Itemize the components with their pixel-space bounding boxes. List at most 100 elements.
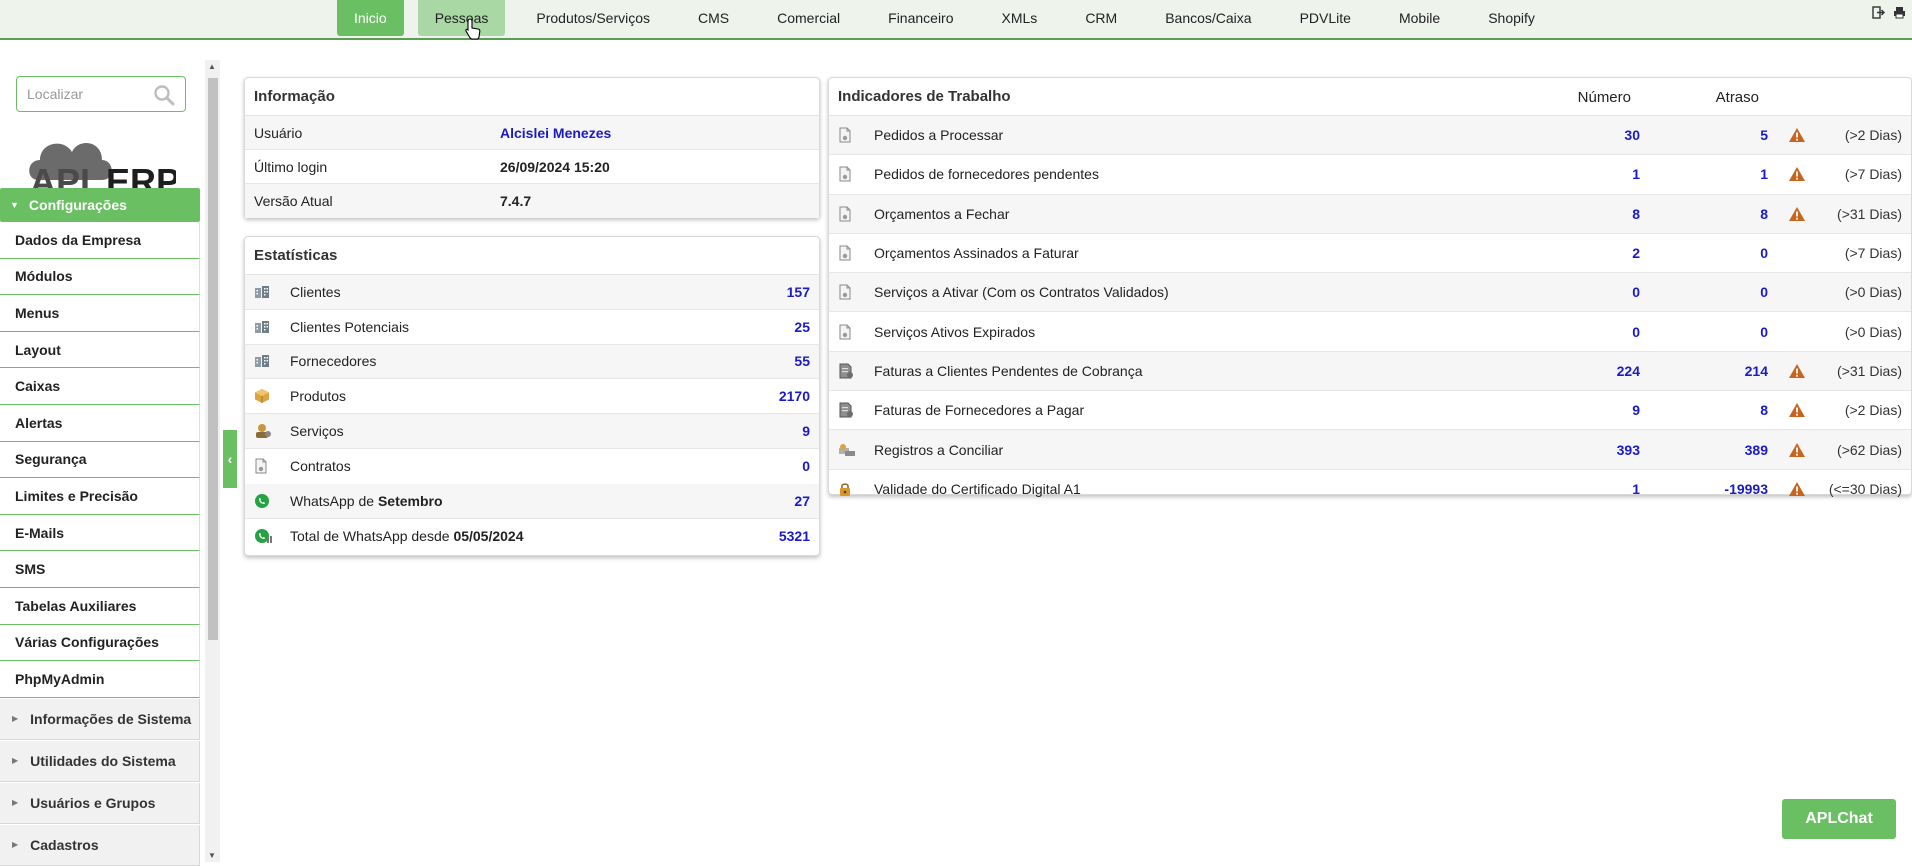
indicator-threshold: (>0 Dias) — [1844, 323, 1902, 340]
work-indicator-row[interactable]: Validade do Certificado Digital A1 1 -1999… — [829, 470, 1911, 509]
stats-value[interactable]: 25 — [759, 319, 819, 335]
nav-comercial[interactable]: Comercial — [760, 0, 857, 36]
menu-item-dados-empresa[interactable]: Dados da Empresa — [0, 222, 200, 259]
sidebar-scrollbar[interactable]: ▲ ▼ — [205, 60, 220, 862]
aplchat-button[interactable]: APLChat — [1782, 799, 1896, 839]
menu-group-usuarios-grupos[interactable]: ▶ Usuários e Grupos — [0, 782, 200, 824]
indicator-label: Serviços a Ativar (Com os Contratos Vali… — [874, 284, 1169, 301]
indicator-late[interactable]: 389 — [1640, 442, 1768, 458]
stats-row[interactable]: Contratos 0 — [245, 449, 819, 484]
stats-value[interactable]: 2170 — [759, 388, 819, 404]
menu-section-configuracoes[interactable]: ▼ Configurações — [0, 188, 200, 222]
nav-mobile[interactable]: Mobile — [1382, 0, 1457, 36]
indicator-number[interactable]: 393 — [1564, 442, 1640, 458]
menu-item-modulos[interactable]: Módulos — [0, 258, 200, 296]
menu-item-menus[interactable]: Menus — [0, 295, 200, 332]
menu-item-alertas[interactable]: Alertas — [0, 404, 200, 442]
warning-icon — [1768, 166, 1826, 182]
stats-label-date: 05/05/2024 — [453, 527, 524, 544]
work-indicator-row[interactable]: Orçamentos a Fechar 8 8 (>31 Dias) — [829, 194, 1911, 234]
stats-row[interactable]: Clientes 157 — [245, 275, 819, 310]
indicator-late[interactable]: 1 — [1640, 166, 1768, 182]
menu-item-emails[interactable]: E-Mails — [0, 514, 200, 552]
indicator-number[interactable]: 2 — [1564, 245, 1640, 261]
indicator-number[interactable]: 224 — [1564, 363, 1640, 379]
stats-row[interactable]: Produtos 2170 — [245, 379, 819, 415]
info-row-last-login: Último login 26/09/2024 15:20 — [245, 150, 819, 184]
scrollbar-thumb[interactable] — [208, 78, 218, 640]
indicator-number[interactable]: 8 — [1564, 206, 1640, 222]
indicator-late[interactable]: 0 — [1640, 284, 1768, 300]
indicator-late[interactable]: 214 — [1640, 363, 1768, 379]
indicator-threshold: (>31 Dias) — [1837, 362, 1902, 379]
menu-item-tabelas-auxiliares[interactable]: Tabelas Auxiliares — [0, 587, 200, 625]
menu-item-caixas[interactable]: Caixas — [0, 368, 200, 405]
user-name-link[interactable]: Alcislei Menezes — [500, 125, 611, 141]
indicator-late[interactable]: 0 — [1640, 245, 1768, 261]
stats-row[interactable]: Fornecedores 55 — [245, 344, 819, 380]
logout-icon[interactable] — [1872, 6, 1885, 22]
nav-crm[interactable]: CRM — [1068, 0, 1134, 36]
menu-item-limites-precisao[interactable]: Limites e Precisão — [0, 478, 200, 515]
stats-row-whatsapp-total[interactable]: Total de WhatsApp desde 05/05/2024 5321 — [245, 519, 819, 554]
work-indicator-row[interactable]: Faturas a Clientes Pendentes de Cobrança… — [829, 351, 1911, 392]
indicator-late[interactable]: 8 — [1640, 206, 1768, 222]
menu-item-varias-configuracoes[interactable]: Várias Configurações — [0, 624, 200, 662]
work-indicator-row[interactable]: Faturas de Fornecedores a Pagar 9 8 (>2 Dia… — [829, 391, 1911, 431]
scroll-down-icon[interactable]: ▼ — [208, 851, 216, 860]
nav-xmls[interactable]: XMLs — [985, 0, 1055, 36]
top-navigation-bar: Inicio Pessoas Produtos/Serviços CMS Com… — [0, 0, 1912, 40]
work-indicator-row[interactable]: Orçamentos Assinados a Faturar 2 0 (>7 Dias… — [829, 234, 1911, 274]
stats-row-whatsapp-month[interactable]: WhatsApp de Setembro 27 — [245, 483, 819, 519]
indicator-late[interactable]: 0 — [1640, 324, 1768, 340]
stats-value[interactable]: 9 — [759, 423, 819, 439]
nav-pessoas[interactable]: Pessoas — [417, 0, 506, 36]
indicator-number[interactable]: 1 — [1564, 481, 1640, 497]
nav-shopify[interactable]: Shopify — [1471, 0, 1552, 36]
work-indicator-row[interactable]: Serviços Ativos Expirados 0 0 (>0 Dias) — [829, 312, 1911, 352]
indicator-late[interactable]: -19993 — [1640, 481, 1768, 497]
statistics-panel-title: Estatísticas — [245, 237, 819, 275]
work-indicator-row[interactable]: Serviços a Ativar (Com os Contratos Vali… — [829, 273, 1911, 313]
menu-group-cadastros[interactable]: ▶ Cadastros — [0, 824, 200, 866]
nav-cms[interactable]: CMS — [681, 0, 746, 36]
menu-item-sms[interactable]: SMS — [0, 551, 200, 588]
menu-group-informacoes-sistema[interactable]: ▶ Informações de Sistema — [0, 698, 200, 740]
nav-bancos-caixa[interactable]: Bancos/Caixa — [1148, 0, 1268, 36]
stats-value[interactable]: 27 — [759, 493, 819, 509]
info-label: Versão Atual — [254, 193, 333, 209]
print-icon[interactable] — [1893, 6, 1906, 22]
nav-inicio[interactable]: Inicio — [337, 0, 404, 36]
menu-item-seguranca[interactable]: Segurança — [0, 441, 200, 479]
indicator-number[interactable]: 1 — [1564, 166, 1640, 182]
work-indicator-row[interactable]: Registros a Conciliar 393 389 (>62 Dias) — [829, 430, 1911, 470]
indicator-number[interactable]: 9 — [1564, 402, 1640, 418]
stats-row[interactable]: Clientes Potenciais 25 — [245, 310, 819, 345]
nav-pdvlite[interactable]: PDVLite — [1283, 0, 1368, 36]
indicator-number[interactable]: 0 — [1564, 324, 1640, 340]
menu-group-utilidades-sistema[interactable]: ▶ Utilidades do Sistema — [0, 740, 200, 782]
scroll-up-icon[interactable]: ▲ — [208, 62, 216, 71]
work-indicator-row[interactable]: Pedidos de fornecedores pendentes 1 1 (>7 D… — [829, 155, 1911, 195]
caret-down-icon: ▼ — [10, 200, 19, 210]
search-icon[interactable] — [153, 84, 175, 106]
search-input[interactable] — [17, 77, 147, 111]
stats-value[interactable]: 55 — [759, 353, 819, 369]
menu-item-layout[interactable]: Layout — [0, 331, 200, 369]
menu-item-phpmyadmin[interactable]: PhpMyAdmin — [0, 661, 200, 698]
stats-value[interactable]: 5321 — [759, 528, 819, 544]
nav-financeiro[interactable]: Financeiro — [871, 0, 970, 36]
stats-value[interactable]: 157 — [759, 284, 819, 300]
indicator-late[interactable]: 5 — [1640, 127, 1768, 143]
document-icon — [838, 166, 874, 182]
indicator-number[interactable]: 0 — [1564, 284, 1640, 300]
collapse-sidebar-button[interactable]: ‹ — [223, 430, 237, 488]
stats-row[interactable]: Serviços 9 — [245, 414, 819, 449]
work-indicator-row[interactable]: Pedidos a Processar 30 5 (>2 Dias) — [829, 116, 1911, 156]
indicator-threshold: (<=30 Dias) — [1828, 481, 1902, 498]
indicator-number[interactable]: 30 — [1564, 127, 1640, 143]
indicator-late[interactable]: 8 — [1640, 402, 1768, 418]
stats-value[interactable]: 0 — [759, 458, 819, 474]
nav-produtos-servicos[interactable]: Produtos/Serviços — [519, 0, 667, 36]
indicator-threshold: (>62 Dias) — [1837, 441, 1902, 458]
